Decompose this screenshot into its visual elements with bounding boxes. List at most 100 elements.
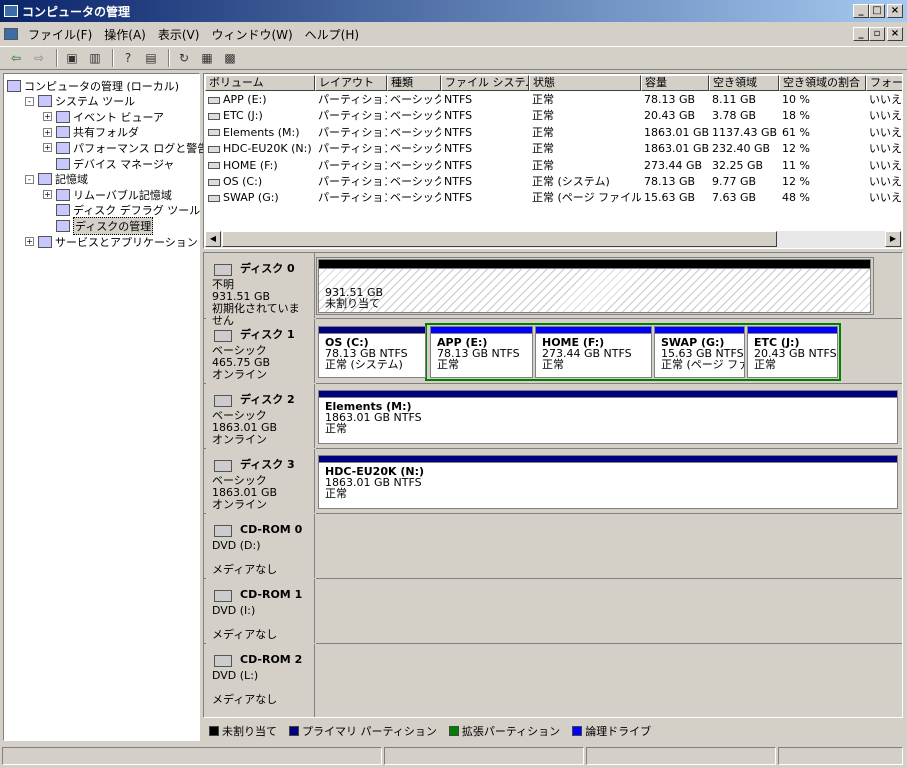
partition-block[interactable]: ETC (J:) 20.43 GB NTFS 正常 [747,326,838,378]
close-button[interactable]: × [887,4,903,18]
table-cell: 正常 [529,141,641,157]
table-row[interactable]: Elements (M:) パーティション ベーシック NTFS 正常 1863.01 G… [205,125,902,141]
up-folder-icon[interactable]: ▣ [62,49,82,67]
column-header[interactable]: レイアウト [315,75,387,91]
legend-swatch [289,726,299,736]
menu-file[interactable]: ファイル(F) [22,26,98,43]
back-arrow-icon[interactable]: ⇦ [6,49,26,67]
settings-icon[interactable]: ▩ [220,49,240,67]
tree-node[interactable]: + パフォーマンス ログと警告 [43,140,208,155]
maximize-button[interactable]: □ [869,4,885,18]
cell-text: HDC-EU20K (N:) [223,142,312,156]
table-row[interactable]: SWAP (G:) パーティション ベーシック NTFS 正常 (ページ ファイル) 15… [205,190,902,206]
refresh-icon[interactable]: ↻ [174,49,194,67]
tree-node[interactable]: - 記憶域 [25,172,88,187]
show-hide-tree-icon[interactable]: ▥ [85,49,105,67]
cell-text: Elements (M:) [223,125,300,139]
menu-window[interactable]: ウィンドウ(W) [205,26,298,43]
partition-block[interactable]: HDC-EU20K (N:) 1863.01 GB NTFS 正常 [318,455,898,509]
disk-detail: メディアなし [212,693,278,706]
disk-detail: メディアなし [212,563,278,576]
tree-node[interactable]: コンピュータの管理 (ローカル) [7,78,179,93]
cell-text: APP (E:) [223,93,267,106]
tree-node[interactable]: + 共有フォルダ [43,125,139,140]
hard-disk-icon [214,460,232,472]
tree-node[interactable]: ディスクの管理 [43,216,154,235]
partition-block[interactable]: Elements (M:) 1863.01 GB NTFS 正常 [318,390,898,444]
scroll-thumb[interactable] [222,231,777,247]
disk-info[interactable]: CD-ROM 1 DVD (I:) メディアなし [206,585,316,645]
cell-text: ベーシック [390,158,441,172]
title-bar[interactable]: コンピュータの管理 _ □ × [0,0,907,22]
tree-node[interactable]: - システム ツール [25,94,135,109]
partition-block[interactable]: HOME (F:) 273.44 GB NTFS 正常 [535,326,652,378]
partition-block[interactable]: OS (C:) 78.13 GB NTFS 正常 (システム) [318,326,426,378]
menu-action[interactable]: 操作(A) [98,26,152,43]
cell-text: NTFS [444,158,473,172]
table-row[interactable]: ETC (J:) パーティション ベーシック NTFS 正常 20.43 GB 3.78 G… [205,108,902,124]
partition-type-bar [748,327,837,334]
cell-text: いいえ [869,142,902,156]
table-row[interactable]: APP (E:) パーティション ベーシック NTFS 正常 78.13 GB 8.11 G… [205,92,902,108]
table-cell: 15.63 GB [641,190,709,206]
tree-node[interactable]: デバイス マネージャ [43,156,174,171]
help-icon[interactable]: ? [118,49,138,67]
disk-info[interactable]: ディスク 1 ベーシック 465.75 GB オンライン [206,325,316,385]
scroll-right-icon[interactable]: ▶ [885,231,901,247]
cdrom-icon [214,590,232,602]
tree-node[interactable]: ディスク デフラグ ツール [43,203,200,218]
partition-block[interactable]: APP (E:) 78.13 GB NTFS 正常 [430,326,533,378]
tree-node[interactable]: + イベント ビューア [43,109,164,124]
column-header[interactable]: 状態 [529,75,641,91]
child-minimize-button[interactable]: _ [853,27,869,41]
tree-expander-icon[interactable]: + [43,143,52,153]
tree-node-icon [38,235,52,248]
column-header[interactable]: ボリューム [205,75,315,91]
scroll-left-icon[interactable]: ◀ [205,231,221,247]
table-row[interactable]: OS (C:) パーティション ベーシック NTFS 正常 (システム) 78.13 GB… [205,174,902,190]
table-cell: 20.43 GB [641,108,709,124]
tree-expander-icon[interactable]: - [25,174,34,184]
column-header[interactable]: 容量 [641,75,709,91]
partition-status: 正常 [542,358,564,371]
disk-detail: オンライン [212,433,267,446]
console-tree[interactable]: コンピュータの管理 (ローカル) - システム ツール + イベント ビューア + 共有フォ… [3,73,208,741]
disk-info[interactable]: CD-ROM 2 DVD (L:) メディアなし [206,650,316,710]
horizontal-scrollbar[interactable]: ◀ ▶ [205,231,902,248]
column-header[interactable]: フォール [866,75,902,91]
tree-expander-icon[interactable]: - [25,96,34,106]
table-row[interactable]: HOME (F:) パーティション ベーシック NTFS 正常 273.44 GB 32.2… [205,158,902,174]
volume-list[interactable]: ボリュームレイアウト種類ファイル システム状態容量空き領域空き領域の割合フォール… [203,73,903,249]
forward-arrow-icon[interactable]: ⇨ [29,49,49,67]
tree-expander-icon[interactable]: + [25,237,34,246]
table-row[interactable]: HDC-EU20K (N:) パーティション ベーシック NTFS 正常 1863.01 … [205,141,902,157]
menu-help[interactable]: ヘルプ(H) [299,26,365,43]
child-close-button[interactable]: × [887,27,903,41]
tree-node[interactable]: + サービスとアプリケーション [25,234,198,249]
partition-block[interactable]: 931.51 GB 未割り当て [318,259,871,313]
table-cell: SWAP (G:) [205,190,315,206]
tree-node-icon [56,157,70,170]
export-list-icon[interactable]: ▦ [197,49,217,67]
disk-info[interactable]: CD-ROM 0 DVD (D:) メディアなし [206,520,316,580]
disk-name: ディスク 2 [240,393,295,406]
minimize-button[interactable]: _ [853,4,869,18]
column-header[interactable]: 空き領域 [709,75,779,91]
tree-node[interactable]: + リムーバブル記憶域 [43,187,172,202]
disk-info[interactable]: ディスク 2 ベーシック 1863.01 GB オンライン [206,390,316,450]
column-header[interactable]: 種類 [387,75,441,91]
tree-node-icon [56,219,70,232]
disk-name: ディスク 0 [240,262,295,275]
app-menu-icon[interactable] [4,28,18,40]
tree-expander-icon[interactable]: + [43,127,52,137]
menu-view[interactable]: 表示(V) [152,26,206,43]
column-header[interactable]: ファイル システム [441,75,529,91]
properties-icon[interactable]: ▤ [141,49,161,67]
partition-block[interactable]: SWAP (G:)15.63 GB NTFS正常 (ページ ファイル) [654,326,745,378]
disk-name: CD-ROM 2 [240,653,303,666]
tree-expander-icon[interactable]: + [43,112,52,122]
column-header[interactable]: 空き領域の割合 [779,75,866,91]
tree-expander-icon[interactable]: + [43,190,52,200]
disk-info[interactable]: ディスク 3 ベーシック 1863.01 GB オンライン [206,455,316,515]
child-restore-button[interactable]: ▫ [869,27,885,41]
